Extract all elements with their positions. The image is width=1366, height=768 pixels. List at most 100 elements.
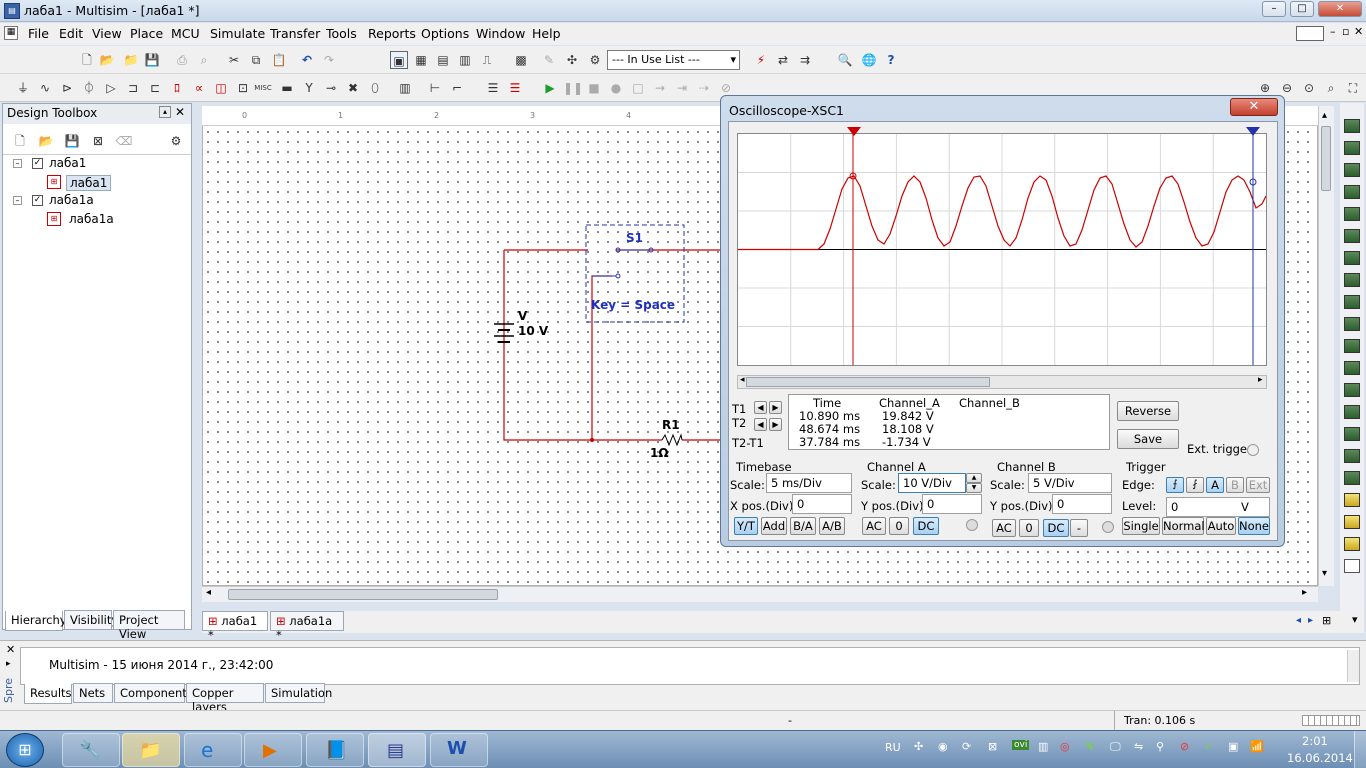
run-simulation-icon[interactable]: ▶ bbox=[541, 79, 559, 97]
new-icon[interactable]: 🗋 bbox=[11, 132, 29, 150]
xpos-field[interactable]: 0 bbox=[792, 494, 852, 514]
oscilloscope-close-button[interactable]: ✕ bbox=[1230, 98, 1278, 116]
channel-b-zero-button[interactable]: 0 bbox=[1019, 519, 1039, 537]
tray-ovi-icon[interactable]: ovi bbox=[1012, 740, 1030, 750]
indicator-icon[interactable]: ◫ bbox=[212, 79, 230, 97]
scroll-right-icon[interactable]: ▸ bbox=[1302, 587, 1307, 598]
agilent-generator-icon[interactable] bbox=[1344, 427, 1360, 441]
step-over-icon[interactable]: ⇢ bbox=[695, 79, 713, 97]
oscilloscope-icon[interactable] bbox=[1344, 185, 1360, 199]
clock-date[interactable]: 16.06.2014 bbox=[1287, 751, 1353, 765]
channel-a-ypos-field[interactable]: 0 bbox=[922, 494, 982, 514]
step-into-icon[interactable]: ⇥ bbox=[673, 79, 691, 97]
misc-digital-icon[interactable]: ﾛ bbox=[168, 79, 186, 97]
probe-tool-icon[interactable] bbox=[1344, 559, 1360, 573]
language-indicator[interactable]: RU bbox=[885, 741, 901, 754]
chevron-down-icon[interactable]: ▾ bbox=[1352, 613, 1358, 626]
copy-icon[interactable]: ⧉ bbox=[247, 51, 265, 69]
web-icon[interactable]: 🌐 bbox=[860, 51, 878, 69]
menu-transfer[interactable]: Transfer bbox=[270, 26, 320, 41]
spreadsheet-close-icon[interactable]: ✕ bbox=[6, 643, 15, 656]
zoom-fit-icon[interactable]: ⌕ bbox=[1322, 79, 1340, 97]
maximize-button[interactable]: □ bbox=[1290, 1, 1314, 17]
tab-menu-icon[interactable]: ⊞ bbox=[1322, 614, 1331, 627]
ni-elvis-icon[interactable] bbox=[1344, 515, 1360, 529]
tree-checkbox[interactable]: ✓ bbox=[32, 158, 43, 169]
tray-tools-icon[interactable]: ✣ bbox=[914, 740, 923, 753]
menu-help[interactable]: Help bbox=[532, 26, 561, 41]
ni-components-icon[interactable]: ✖ bbox=[344, 79, 362, 97]
taskbar-ie[interactable]: e bbox=[184, 733, 242, 767]
doc-tab-1[interactable]: ⊞ лаба1 * bbox=[202, 611, 268, 642]
results-scrollbar[interactable] bbox=[1347, 650, 1359, 682]
minimize-button[interactable]: – bbox=[1262, 1, 1286, 17]
description-icon[interactable]: ✎ bbox=[540, 51, 558, 69]
scroll-thumb[interactable] bbox=[228, 589, 498, 600]
grid-icon[interactable]: ▦ bbox=[412, 51, 430, 69]
channel-a-terminal[interactable] bbox=[966, 519, 978, 531]
database-manager-icon[interactable]: ⚙ bbox=[586, 51, 604, 69]
tree-item-sheet[interactable]: лаба1 bbox=[66, 175, 112, 191]
scroll-up-icon[interactable]: ▴ bbox=[1322, 110, 1327, 121]
step-icon[interactable]: → bbox=[651, 79, 669, 97]
tray-shield-icon[interactable]: ◉ bbox=[938, 740, 948, 753]
spreadsheet-pin-icon[interactable]: ▸ bbox=[6, 659, 11, 669]
taskbar-notebook[interactable]: 📘 bbox=[306, 733, 364, 767]
yt-button[interactable]: Y/T bbox=[734, 517, 758, 535]
channel-b-terminal[interactable] bbox=[1102, 521, 1114, 533]
timebase-scale-field[interactable]: 5 ms/Div bbox=[766, 473, 852, 493]
forward-annotate-icon[interactable]: ⇉ bbox=[796, 51, 814, 69]
full-screen-icon[interactable]: ▣ bbox=[390, 51, 408, 69]
trigger-single-button[interactable]: Single bbox=[1122, 517, 1160, 535]
cmos-icon[interactable]: ⊏ bbox=[146, 79, 164, 97]
cut-icon[interactable]: ✂ bbox=[225, 51, 243, 69]
start-button[interactable]: ⊞ bbox=[6, 733, 44, 767]
tab-components[interactable]: Components bbox=[114, 683, 193, 703]
wire-icon[interactable]: ⌐ bbox=[448, 79, 466, 97]
menu-tools[interactable]: Tools bbox=[326, 26, 357, 41]
menu-file[interactable]: File bbox=[28, 26, 49, 41]
show-desktop-button[interactable] bbox=[1354, 731, 1366, 768]
scroll-left-icon[interactable]: ◂ bbox=[206, 587, 211, 598]
agilent-multimeter-icon[interactable] bbox=[1344, 449, 1360, 463]
basic-icon[interactable]: ∿ bbox=[36, 79, 54, 97]
multimeter-icon[interactable] bbox=[1344, 119, 1360, 133]
reverse-button[interactable]: Reverse bbox=[1117, 401, 1179, 421]
electromechanical-icon[interactable]: ⊸ bbox=[322, 79, 340, 97]
t1-right-arrow-icon[interactable]: ▶ bbox=[769, 401, 782, 414]
hierarchical-block-icon[interactable]: ▥ bbox=[396, 79, 414, 97]
spin-down-icon[interactable]: ▼ bbox=[966, 483, 982, 493]
tab-scroll-right-icon[interactable]: ▸ bbox=[1308, 615, 1313, 626]
tray-firewall-icon[interactable]: ⊠ bbox=[988, 740, 997, 753]
panel-close-icon[interactable]: ✕ bbox=[175, 105, 185, 119]
channel-b-ypos-field[interactable]: 0 bbox=[1052, 494, 1112, 514]
close-doc-icon[interactable]: ⊠ bbox=[89, 132, 107, 150]
channel-b-dc-button[interactable]: DC bbox=[1043, 519, 1069, 537]
rf-icon[interactable]: Y bbox=[300, 79, 318, 97]
pin-icon[interactable]: ▴ bbox=[159, 106, 171, 118]
trigger-auto-button[interactable]: Auto bbox=[1206, 517, 1236, 535]
iv-analyzer-icon[interactable] bbox=[1344, 339, 1360, 353]
tab-visibility[interactable]: Visibility bbox=[64, 610, 118, 630]
collapse-icon[interactable]: – bbox=[13, 196, 22, 205]
scope-scrollbar[interactable]: ◂ ▸ bbox=[737, 375, 1267, 389]
canvas-vertical-scrollbar[interactable]: ▴ ▾ bbox=[1318, 106, 1334, 586]
menu-edit[interactable]: Edit bbox=[59, 26, 83, 41]
undo-icon[interactable]: ↶ bbox=[298, 51, 316, 69]
list-icon[interactable]: ☰ bbox=[484, 79, 502, 97]
taskbar-explorer[interactable]: 📁 bbox=[122, 733, 180, 767]
tab-simulation[interactable]: Simulation bbox=[265, 683, 332, 703]
agilent-oscilloscope-icon[interactable] bbox=[1344, 471, 1360, 485]
close-button[interactable]: ✕ bbox=[1318, 1, 1362, 17]
menu-place[interactable]: Place bbox=[130, 26, 163, 41]
open-sample-icon[interactable]: 📁 bbox=[122, 51, 140, 69]
transistor-icon[interactable]: ⏀ bbox=[80, 79, 98, 97]
tray-green-icon[interactable]: ◥ bbox=[1084, 740, 1092, 753]
tab-scroll-left-icon[interactable]: ◂ bbox=[1296, 615, 1301, 626]
tray-opera-icon[interactable]: ◎ bbox=[1060, 740, 1070, 753]
properties-icon[interactable]: ⚙ bbox=[167, 132, 185, 150]
help-icon[interactable]: ? bbox=[882, 51, 900, 69]
doc-tab-2[interactable]: ⊞ лаба1а * bbox=[270, 611, 344, 642]
redo-icon[interactable]: ↷ bbox=[320, 51, 338, 69]
bode-plotter-icon[interactable] bbox=[1344, 229, 1360, 243]
